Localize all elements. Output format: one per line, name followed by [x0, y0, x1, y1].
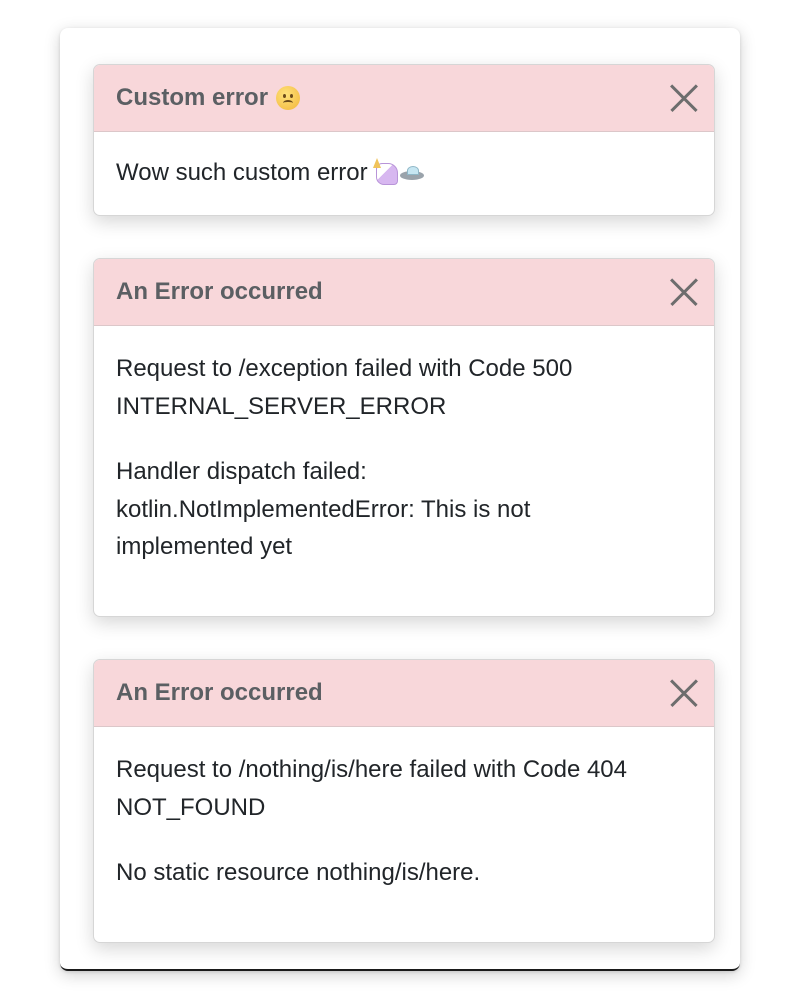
- slightly-frowning-face-icon: [276, 86, 301, 110]
- toast-detail: Handler dispatch failed: kotlin.NotImple…: [116, 458, 531, 560]
- toast-header: Custom error: [94, 65, 714, 132]
- close-icon[interactable]: [669, 83, 699, 113]
- toast-header: An Error occurred: [94, 660, 714, 727]
- toast-custom-error: Custom error Wow such custom error: [93, 64, 715, 216]
- close-icon[interactable]: [669, 277, 699, 307]
- toast-title: An Error occurred: [116, 679, 323, 707]
- toast-body: Request to /exception failed with Code 5…: [94, 326, 714, 566]
- toast-message: Request to /exception failed with Code 5…: [116, 355, 573, 420]
- toast-title-text: An Error occurred: [116, 278, 323, 305]
- toast-message: Wow such custom error: [116, 154, 692, 192]
- flying-saucer-icon: [399, 166, 424, 181]
- toast-error-500: An Error occurred Request to /exception …: [93, 258, 715, 617]
- toast-title: Custom error: [116, 84, 301, 112]
- toast-body: Request to /nothing/is/here failed with …: [94, 727, 714, 892]
- toast-title-text: Custom error: [116, 84, 269, 111]
- toast-message: Request to /nothing/is/here failed with …: [116, 756, 627, 821]
- toast-body: Wow such custom error: [94, 132, 714, 192]
- close-icon[interactable]: [669, 678, 699, 708]
- toast-title-text: An Error occurred: [116, 679, 323, 706]
- toast-title: An Error occurred: [116, 278, 323, 306]
- app-window: Custom error Wow such custom error An Er…: [60, 28, 740, 971]
- toast-header: An Error occurred: [94, 259, 714, 326]
- toast-detail: No static resource nothing/is/here.: [116, 859, 481, 886]
- unicorn-icon: [372, 157, 398, 185]
- toast-error-404: An Error occurred Request to /nothing/is…: [93, 659, 715, 943]
